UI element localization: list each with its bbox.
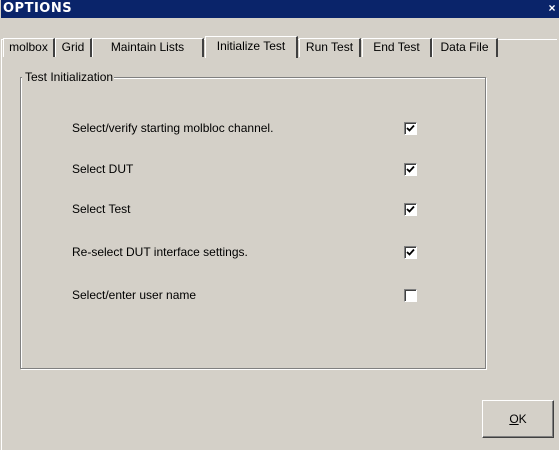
checkbox-select-dut[interactable] (404, 163, 417, 176)
option-label-dut-interface: Re-select DUT interface settings. (72, 245, 248, 259)
tab-data-file[interactable]: Data File (432, 38, 498, 57)
option-label-select-dut: Select DUT (72, 162, 134, 176)
checkbox-dut-interface[interactable] (404, 246, 417, 259)
tab-grid[interactable]: Grid (55, 38, 92, 57)
checkmark-icon (406, 165, 415, 173)
checkbox-user-name[interactable] (404, 289, 417, 302)
options-dialog: OPTIONS × molbox Grid Maintain Lists Ini… (0, 0, 559, 450)
option-label-select-test: Select Test (72, 202, 131, 216)
tab-run-test[interactable]: Run Test (299, 38, 361, 57)
group-title: Test Initialization (22, 70, 115, 84)
title-bar[interactable]: OPTIONS × (1, 0, 559, 18)
checkmark-icon (406, 248, 415, 256)
tab-molbox[interactable]: molbox (3, 38, 55, 57)
close-icon[interactable]: × (545, 1, 559, 17)
checkbox-select-test[interactable] (404, 203, 417, 216)
tab-end-test[interactable]: End Test (362, 38, 432, 57)
option-label-molbloc-channel: Select/verify starting molbloc channel. (72, 121, 274, 135)
checkmark-icon (406, 205, 415, 213)
ok-button[interactable]: OK (482, 400, 554, 438)
ok-label: K (518, 412, 527, 426)
tab-initialize-test[interactable]: Initialize Test (205, 36, 298, 58)
tab-strip: molbox Grid Maintain Lists Initialize Te… (1, 18, 559, 58)
ok-mnemonic: O (509, 412, 519, 426)
checkbox-molbloc-channel[interactable] (404, 122, 417, 135)
tab-maintain-lists[interactable]: Maintain Lists (92, 38, 204, 57)
checkmark-icon (406, 124, 415, 132)
window-title: OPTIONS (3, 1, 73, 16)
option-label-user-name: Select/enter user name (72, 288, 197, 302)
